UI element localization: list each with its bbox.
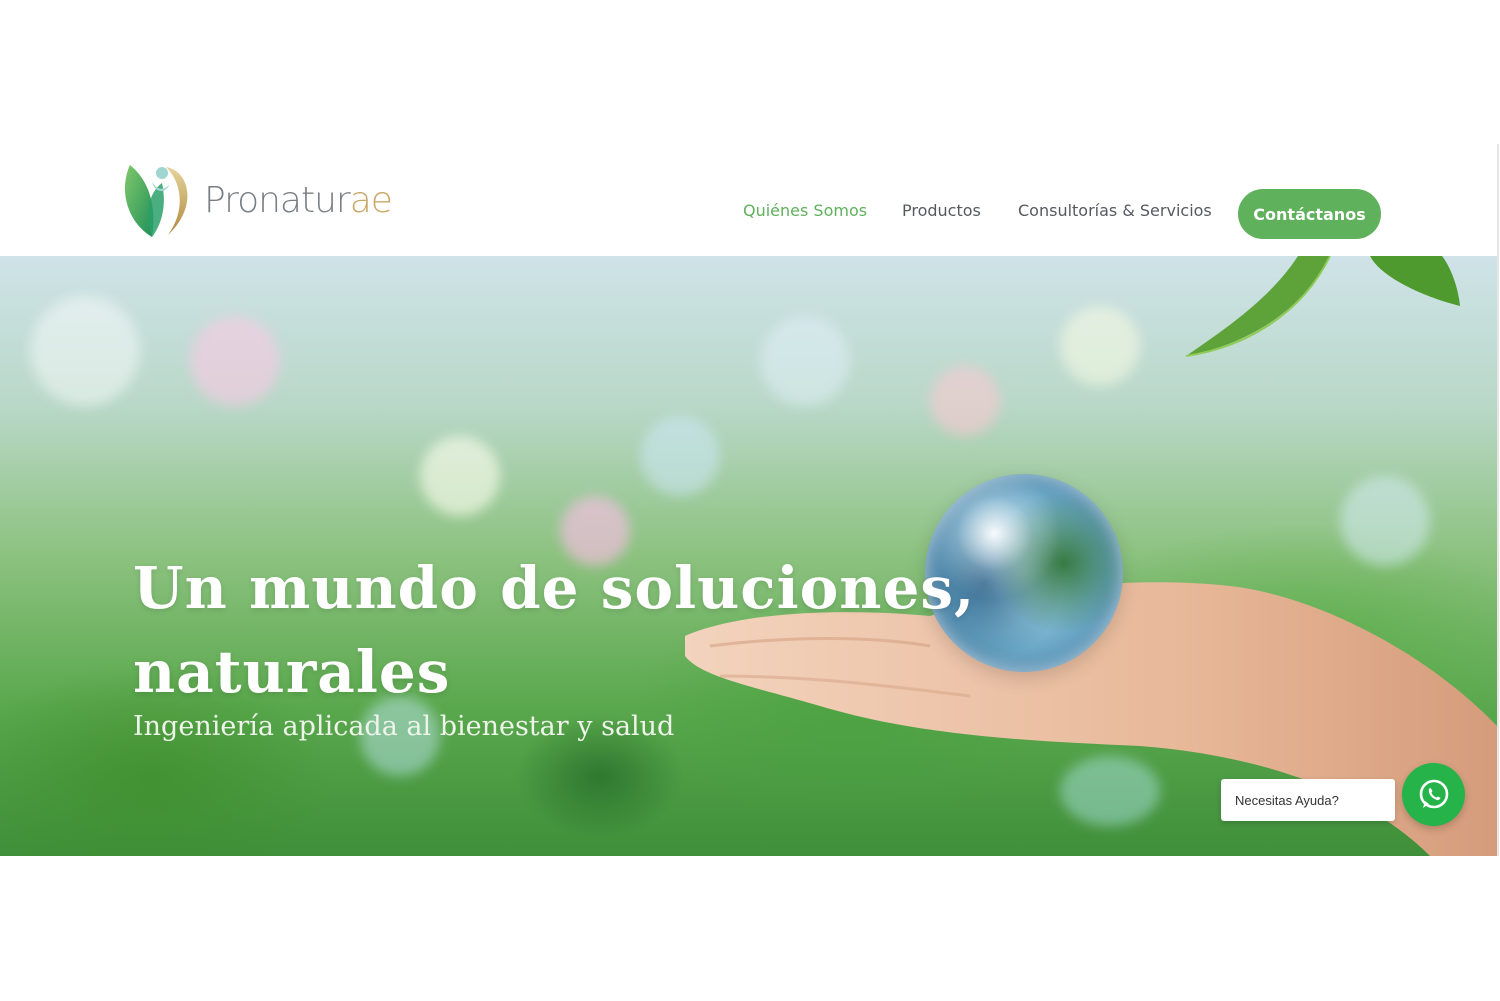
nav-item-quienes-somos[interactable]: Quiénes Somos: [743, 201, 867, 220]
whatsapp-help-bubble[interactable]: Necesitas Ayuda?: [1221, 779, 1395, 821]
bokeh-light: [30, 296, 140, 406]
bokeh-light: [1340, 476, 1430, 566]
bokeh-light: [190, 316, 280, 406]
page: Pronaturae Quiénes Somos Productos Consu…: [0, 0, 1500, 1001]
nav-item-consultorias-servicios[interactable]: Consultorías & Servicios: [1018, 201, 1212, 220]
nav-item-productos[interactable]: Productos: [902, 201, 981, 220]
bokeh-light: [930, 366, 1000, 436]
page-edge-divider: [1497, 144, 1499, 856]
bokeh-light: [1060, 306, 1140, 386]
hero-subtitle: Ingeniería aplicada al bienestar y salud: [133, 711, 675, 742]
whatsapp-button[interactable]: [1402, 763, 1465, 826]
whatsapp-icon: [1419, 779, 1448, 808]
bokeh-light: [420, 436, 500, 516]
site-header: Pronaturae Quiénes Somos Productos Consu…: [0, 144, 1497, 256]
bokeh-light: [760, 316, 850, 406]
leaf-decoration-icon: [1185, 256, 1460, 357]
main-nav: Quiénes Somos Productos Consultorías & S…: [0, 189, 1497, 239]
hero-title: Un mundo de soluciones, naturales: [133, 554, 976, 706]
bokeh-light: [640, 416, 720, 496]
contact-button[interactable]: Contáctanos: [1238, 189, 1381, 239]
hero-banner: Un mundo de soluciones, naturales Ingeni…: [0, 256, 1497, 856]
